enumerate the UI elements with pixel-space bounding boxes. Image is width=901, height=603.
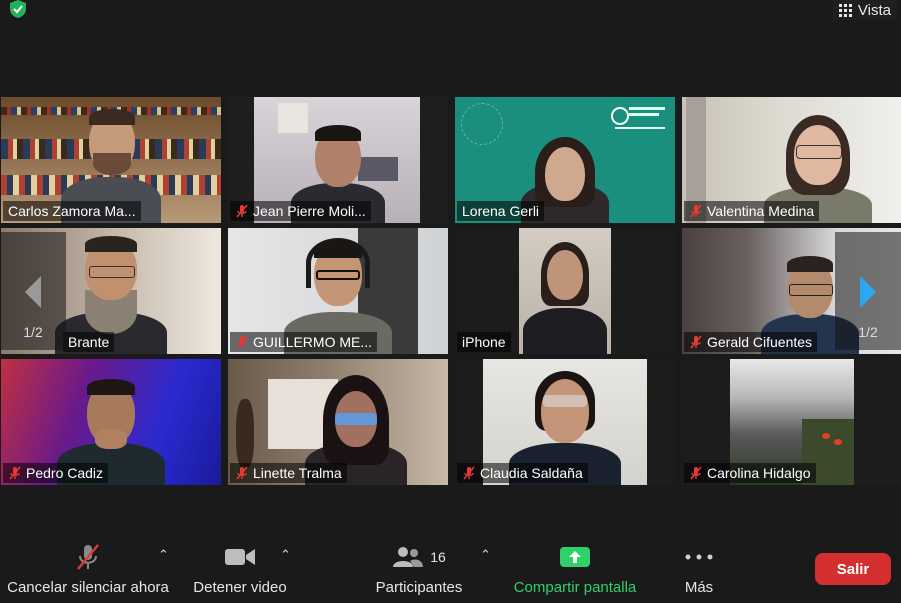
- participant-nameplate: iPhone: [457, 332, 511, 352]
- chevron-right-icon: [860, 276, 876, 308]
- share-screen-icon: [560, 547, 590, 567]
- people-icon: [393, 547, 424, 567]
- participants-count: 16: [430, 549, 446, 565]
- participant-nameplate: Linette Tralma: [230, 463, 347, 483]
- participant-name: Gerald Cifuentes: [707, 334, 813, 350]
- video-tile[interactable]: Jean Pierre Moli...: [228, 97, 448, 223]
- video-tile[interactable]: Carolina Hidalgo: [682, 359, 901, 485]
- video-label: Detener video: [193, 579, 287, 596]
- participant-nameplate: Valentina Medina: [684, 201, 820, 221]
- mic-muted-icon: [690, 466, 702, 480]
- unmute-label: Cancelar silenciar ahora: [7, 579, 169, 596]
- participant-nameplate: Claudia Saldaña: [457, 463, 588, 483]
- participant-nameplate: Jean Pierre Moli...: [230, 201, 371, 221]
- video-tile[interactable]: Linette Tralma: [228, 359, 448, 485]
- meeting-toolbar: Cancelar silenciar ahora ⌃ Detener video…: [0, 535, 901, 603]
- participant-name: Valentina Medina: [707, 203, 815, 219]
- participant-name: Claudia Saldaña: [480, 465, 583, 481]
- participant-nameplate: Pedro Cadiz: [3, 463, 109, 483]
- participant-name: Lorena Gerli: [462, 203, 540, 219]
- video-tile[interactable]: Claudia Saldaña: [455, 359, 675, 485]
- more-dots-icon: [685, 554, 713, 560]
- mic-muted-icon: [236, 335, 248, 349]
- video-tile[interactable]: Valentina Medina: [682, 97, 901, 223]
- participant-name: iPhone: [462, 334, 506, 350]
- participant-name: Pedro Cadiz: [26, 465, 104, 481]
- page-indicator: 1/2: [23, 324, 43, 340]
- share-label: Compartir pantalla: [513, 579, 637, 596]
- participant-nameplate: Gerald Cifuentes: [684, 332, 818, 352]
- participant-name: Brante: [68, 334, 110, 350]
- share-screen-button[interactable]: Compartir pantalla: [508, 542, 642, 596]
- mic-muted-icon: [9, 466, 21, 480]
- participant-nameplate: Carlos Zamora Ma...: [3, 201, 141, 221]
- participants-button[interactable]: 16 Participantes: [372, 542, 466, 596]
- shield-check-icon[interactable]: [8, 0, 28, 18]
- video-tile-active-speaker[interactable]: Lorena Gerli: [455, 97, 675, 223]
- mic-muted-icon: [77, 544, 99, 570]
- next-page-button[interactable]: 1/2: [835, 232, 901, 350]
- participant-name: Linette Tralma: [253, 465, 342, 481]
- participant-nameplate: Lorena Gerli: [457, 201, 545, 221]
- chevron-up-icon[interactable]: ⌃: [280, 547, 291, 563]
- participant-nameplate: Brante: [63, 332, 115, 352]
- mic-muted-icon: [236, 466, 248, 480]
- video-tile[interactable]: Pedro Cadiz: [1, 359, 221, 485]
- page-indicator: 1/2: [858, 324, 878, 340]
- participant-name: GUILLERMO ME...: [253, 334, 373, 350]
- mic-muted-icon: [690, 204, 702, 218]
- unmute-button[interactable]: Cancelar silenciar ahora: [6, 542, 170, 596]
- mic-muted-icon: [236, 204, 248, 218]
- grid-icon: [838, 3, 852, 17]
- chevron-up-icon[interactable]: ⌃: [480, 547, 491, 563]
- video-camera-icon: [225, 549, 255, 565]
- video-tile[interactable]: iPhone: [455, 228, 675, 354]
- chevron-left-icon: [25, 276, 41, 308]
- more-button[interactable]: Más: [676, 542, 722, 596]
- participant-name: Carolina Hidalgo: [707, 465, 811, 481]
- mic-muted-icon: [690, 335, 702, 349]
- participants-label: Participantes: [375, 579, 463, 596]
- chevron-up-icon[interactable]: ⌃: [158, 547, 169, 563]
- view-label: Vista: [857, 1, 891, 19]
- mic-muted-icon: [463, 466, 475, 480]
- participant-name: Jean Pierre Moli...: [253, 203, 366, 219]
- video-tile[interactable]: Carlos Zamora Ma...: [1, 97, 221, 223]
- view-button[interactable]: Vista: [832, 0, 897, 20]
- participant-nameplate: Carolina Hidalgo: [684, 463, 816, 483]
- more-label: Más: [684, 579, 714, 596]
- participant-nameplate: GUILLERMO ME...: [230, 332, 378, 352]
- stop-video-button[interactable]: Detener video: [188, 542, 292, 596]
- leave-button[interactable]: Salir: [815, 553, 891, 585]
- participant-name: Carlos Zamora Ma...: [8, 203, 136, 219]
- video-tile[interactable]: GUILLERMO ME...: [228, 228, 448, 354]
- previous-page-button[interactable]: 1/2: [0, 232, 66, 350]
